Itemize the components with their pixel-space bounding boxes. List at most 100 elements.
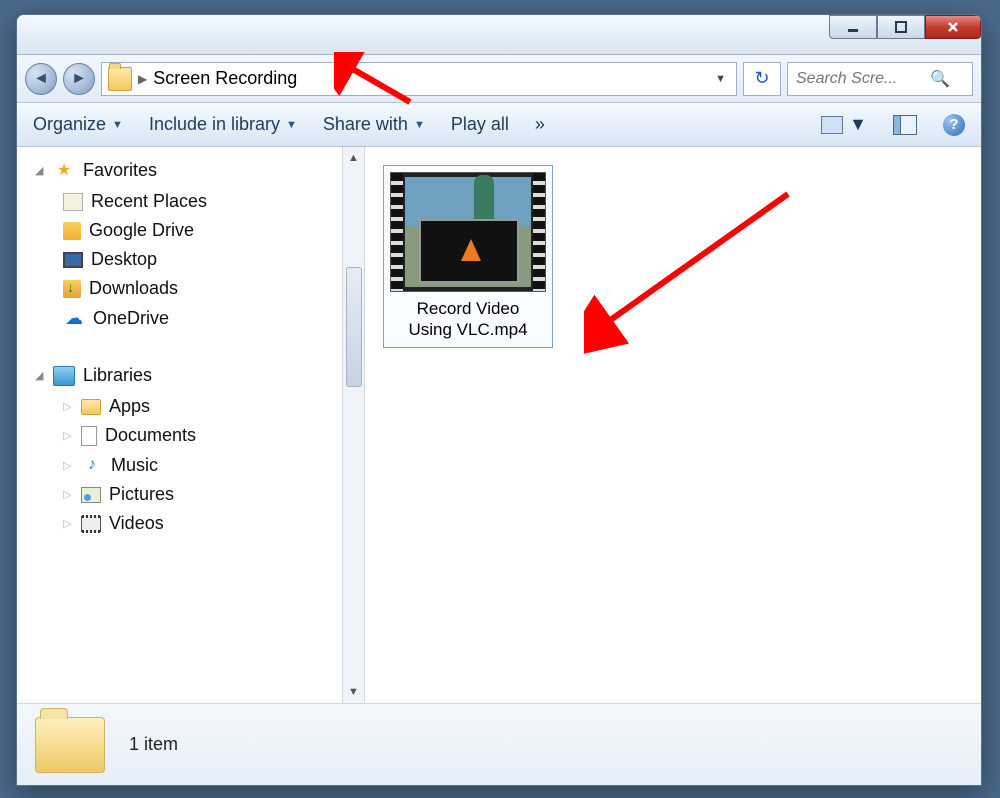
sidebar-item-desktop[interactable]: Desktop <box>63 245 364 274</box>
pictures-icon <box>81 487 101 503</box>
file-item[interactable]: Record Video Using VLC.mp4 <box>383 165 553 348</box>
recent-icon <box>63 193 83 211</box>
vlc-cone-icon <box>461 239 481 261</box>
include-label: Include in library <box>149 114 280 135</box>
sidebar-item-label: Videos <box>109 513 164 534</box>
organize-label: Organize <box>33 114 106 135</box>
file-pane[interactable]: Record Video Using VLC.mp4 <box>365 147 981 703</box>
file-label: Record Video Using VLC.mp4 <box>390 292 546 341</box>
explorer-window: ◄ ► ▶ Screen Recording ▼ ↻ 🔍 Organize ▼ I… <box>16 14 982 786</box>
sidebar-item-label: OneDrive <box>93 308 169 329</box>
status-text: 1 item <box>129 734 178 755</box>
folder-icon <box>108 67 132 91</box>
music-icon: ♪ <box>81 454 103 476</box>
status-bar: 1 item <box>17 703 981 785</box>
toolbar: Organize ▼ Include in library ▼ Share with… <box>17 103 981 147</box>
video-thumbnail <box>390 172 546 292</box>
close-button[interactable] <box>925 15 981 39</box>
sidebar-item-label: Recent Places <box>91 191 207 212</box>
view-icon <box>821 116 843 134</box>
sidebar-item-onedrive[interactable]: ☁ OneDrive <box>63 303 364 333</box>
file-name-line: Using VLC.mp4 <box>390 319 546 340</box>
share-label: Share with <box>323 114 408 135</box>
favorites-label: Favorites <box>83 160 157 181</box>
sidebar: ◢ ★ Favorites Recent Places Google Drive… <box>17 147 365 703</box>
document-icon <box>81 426 97 446</box>
expand-icon[interactable]: ▷ <box>63 429 73 442</box>
sidebar-item-label: Apps <box>109 396 150 417</box>
sidebar-item-apps[interactable]: ▷ Apps <box>63 392 364 421</box>
expand-icon[interactable]: ▷ <box>63 488 73 501</box>
chevron-down-icon: ▼ <box>414 119 425 131</box>
favorites-header[interactable]: ◢ ★ Favorites <box>35 159 364 181</box>
libraries-group: ◢ Libraries ▷ Apps ▷ Documents ▷ ♪ Music ▷ Pi… <box>35 365 364 538</box>
libraries-icon <box>53 366 75 386</box>
sidebar-item-music[interactable]: ▷ ♪ Music <box>63 450 364 480</box>
breadcrumb-separator-icon: ▶ <box>138 72 147 86</box>
help-button[interactable]: ? <box>943 114 965 136</box>
address-bar[interactable]: ▶ Screen Recording ▼ <box>101 62 737 96</box>
refresh-button[interactable]: ↻ <box>743 62 781 96</box>
chevron-down-icon: ▼ <box>849 114 867 135</box>
sidebar-item-downloads[interactable]: Downloads <box>63 274 364 303</box>
organize-button[interactable]: Organize ▼ <box>33 114 123 135</box>
sidebar-item-label: Google Drive <box>89 220 194 241</box>
sidebar-item-label: Music <box>111 455 158 476</box>
nav-row: ◄ ► ▶ Screen Recording ▼ ↻ 🔍 <box>17 55 981 103</box>
expand-icon[interactable]: ▷ <box>63 517 73 530</box>
body: ◢ ★ Favorites Recent Places Google Drive… <box>17 147 981 703</box>
sidebar-item-pictures[interactable]: ▷ Pictures <box>63 480 364 509</box>
sidebar-item-label: Pictures <box>109 484 174 505</box>
sidebar-item-google-drive[interactable]: Google Drive <box>63 216 364 245</box>
downloads-icon <box>63 280 81 298</box>
sidebar-item-label: Downloads <box>89 278 178 299</box>
forward-button[interactable]: ► <box>63 63 95 95</box>
sidebar-item-videos[interactable]: ▷ Videos <box>63 509 364 538</box>
folder-icon <box>35 717 105 773</box>
videos-icon <box>81 516 101 532</box>
back-button[interactable]: ◄ <box>25 63 57 95</box>
more-label: » <box>535 114 545 135</box>
scroll-up-icon[interactable]: ▲ <box>343 147 364 169</box>
pane-icon <box>893 115 917 135</box>
chevron-down-icon: ▼ <box>286 119 297 131</box>
scroll-thumb[interactable] <box>346 267 362 387</box>
view-button[interactable]: ▼ <box>821 114 867 135</box>
expand-icon[interactable]: ▷ <box>63 459 73 472</box>
chevron-down-icon: ▼ <box>112 119 123 131</box>
nav-tree: ◢ ★ Favorites Recent Places Google Drive… <box>17 147 364 582</box>
scroll-down-icon[interactable]: ▼ <box>343 681 364 703</box>
playall-button[interactable]: Play all <box>451 114 509 135</box>
sidebar-item-label: Documents <box>105 425 196 446</box>
address-dropdown-icon[interactable]: ▼ <box>711 73 730 85</box>
more-button[interactable]: » <box>535 114 545 135</box>
libraries-header[interactable]: ◢ Libraries <box>35 365 364 386</box>
maximize-button[interactable] <box>877 15 925 39</box>
sidebar-item-label: Desktop <box>91 249 157 270</box>
sidebar-scrollbar[interactable]: ▲ ▼ <box>342 147 364 703</box>
preview-pane-button[interactable] <box>893 115 917 135</box>
search-input[interactable] <box>796 70 924 88</box>
sidebar-item-recent-places[interactable]: Recent Places <box>63 187 364 216</box>
minimize-button[interactable] <box>829 15 877 39</box>
desktop-icon <box>63 252 83 268</box>
onedrive-icon: ☁ <box>63 307 85 329</box>
sidebar-item-documents[interactable]: ▷ Documents <box>63 421 364 450</box>
gdrive-icon <box>63 222 81 240</box>
playall-label: Play all <box>451 114 509 135</box>
favorites-group: ◢ ★ Favorites Recent Places Google Drive… <box>35 159 364 333</box>
star-icon: ★ <box>53 159 75 181</box>
include-library-button[interactable]: Include in library ▼ <box>149 114 297 135</box>
file-name-line: Record Video <box>390 298 546 319</box>
share-button[interactable]: Share with ▼ <box>323 114 425 135</box>
expand-icon[interactable]: ▷ <box>63 400 73 413</box>
collapse-icon[interactable]: ◢ <box>35 164 45 177</box>
libraries-label: Libraries <box>83 365 152 386</box>
titlebar[interactable] <box>17 15 981 55</box>
breadcrumb-current[interactable]: Screen Recording <box>153 68 705 89</box>
search-box[interactable]: 🔍 <box>787 62 973 96</box>
search-icon: 🔍 <box>930 69 950 89</box>
collapse-icon[interactable]: ◢ <box>35 369 45 382</box>
folder-icon <box>81 399 101 415</box>
window-controls <box>829 15 981 39</box>
